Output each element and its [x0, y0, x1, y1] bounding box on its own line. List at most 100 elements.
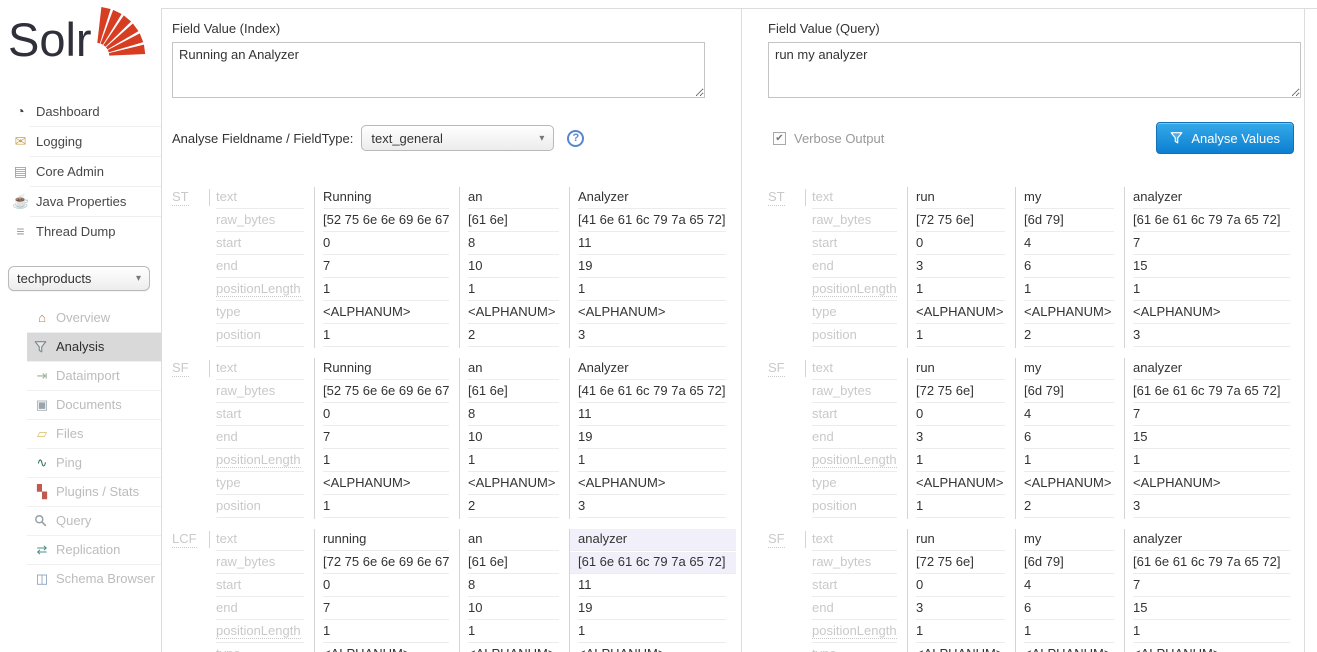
sidebar-item-logging[interactable]: ✉Logging [0, 126, 161, 156]
sidebar-item-core-admin[interactable]: ▤Core Admin [0, 156, 161, 186]
fieldtype-select[interactable]: text_general ▾ [361, 125, 554, 151]
sidebar-item-schema-browser[interactable]: ◫Schema Browser [0, 564, 161, 593]
cell-text: run [916, 187, 1005, 209]
attribute-labels-column: textraw_bytesstartendpositionLengthtypep… [812, 187, 907, 348]
attribute-labels-column: textraw_bytesstartendpositionLengthtypep… [216, 529, 314, 652]
token-column: run[72 75 6e]031<ALPHANUM>1 [907, 187, 1015, 348]
sidebar-item-label: Core Admin [36, 164, 104, 179]
cell-positionlength: 1 [916, 279, 1005, 301]
sidebar-item-dataimport[interactable]: ⇥ Dataimport [0, 361, 161, 390]
cell-text: Analyzer [578, 358, 726, 380]
documents-icon: ▣ [34, 397, 50, 413]
index-analysis-table: STtextraw_bytesstartendpositionLengthtyp… [172, 187, 705, 652]
query-field-value-input[interactable]: run my analyzer [768, 42, 1301, 98]
cell-type: <ALPHANUM> [1024, 302, 1114, 324]
sidebar-item-files[interactable]: ▱Files [0, 419, 161, 448]
solr-logo[interactable]: Solr [0, 0, 161, 88]
cell-positionlength: 1 [468, 279, 559, 301]
token-column: Running[52 75 6e 6e 69 6e 67]071<ALPHANU… [314, 187, 459, 348]
dataimport-icon: ⇥ [34, 368, 50, 384]
cell-type: <ALPHANUM> [323, 473, 449, 495]
token-column: analyzer[61 6e 61 6c 79 7a 65 72]11191<A… [569, 529, 736, 652]
sidebar-item-ping[interactable]: ∿ Ping [0, 448, 161, 477]
cell-raw-bytes: [61 6e 61 6c 79 7a 65 72] [1133, 381, 1290, 403]
cell-start: 0 [323, 233, 449, 255]
solr-logo-text: Solr [8, 12, 92, 67]
cell-positionlength: 1 [468, 450, 559, 472]
cell-start: 8 [468, 575, 559, 597]
attribute-labels-column: textraw_bytesstartendpositionLengthtypep… [812, 529, 907, 652]
sidebar-item-dashboard[interactable]: ◔Dashboard [0, 96, 161, 126]
sidebar-item-analysis[interactable]: Analysis [0, 332, 161, 361]
attr-label-type: type [216, 302, 304, 324]
cell-start: 0 [916, 233, 1005, 255]
dashboard-icon: ◔ [12, 103, 29, 119]
index-field-value-input[interactable]: Running an Analyzer [172, 42, 705, 98]
sidebar-item-label: Ping [56, 455, 82, 470]
index-controls: Analyse Fieldname / FieldType: text_gene… [172, 123, 705, 153]
verbose-output-checkbox[interactable]: ✔ [773, 132, 786, 145]
cell-raw-bytes: [41 6e 61 6c 79 7a 65 72] [578, 381, 726, 403]
help-icon[interactable]: ? [567, 130, 584, 147]
cell-positionlength: 1 [323, 621, 449, 643]
cell-type: <ALPHANUM> [916, 473, 1005, 495]
cell-end: 19 [578, 598, 726, 620]
cell-text: run [916, 529, 1005, 551]
thread-dump-icon: ≡ [12, 223, 29, 239]
cell-raw-bytes: [52 75 6e 6e 69 6e 67] [323, 381, 449, 403]
sidebar-item-label: Plugins / Stats [56, 484, 139, 499]
cell-raw-bytes: [72 75 6e] [916, 210, 1005, 232]
token-column: my[6d 79]461<ALPHANUM>2 [1015, 358, 1124, 519]
cell-positionlength: 1 [916, 621, 1005, 643]
cell-raw-bytes: [6d 79] [1024, 552, 1114, 574]
sidebar-item-label: Analysis [56, 339, 104, 354]
cell-position: 2 [468, 496, 559, 518]
cell-type: <ALPHANUM> [1024, 473, 1114, 495]
sidebar-item-label: Replication [56, 542, 120, 557]
attr-label-text: text [216, 187, 304, 209]
cell-end: 15 [1133, 427, 1290, 449]
cell-raw-bytes: [61 6e 61 6c 79 7a 65 72] [1133, 210, 1290, 232]
sidebar-item-thread-dump[interactable]: ≡Thread Dump [0, 216, 161, 246]
cell-end: 15 [1133, 598, 1290, 620]
sidebar-item-plugins-stats[interactable]: ▚Plugins / Stats [0, 477, 161, 506]
cell-positionlength: 1 [1133, 450, 1290, 472]
sidebar-item-replication[interactable]: ⇄Replication [0, 535, 161, 564]
cell-end: 6 [1024, 598, 1114, 620]
cell-start: 7 [1133, 575, 1290, 597]
cell-type: <ALPHANUM> [468, 473, 559, 495]
attr-label-position: position [216, 325, 304, 347]
sidebar-item-java-properties[interactable]: ☕Java Properties [0, 186, 161, 216]
cell-text: Analyzer [578, 187, 726, 209]
token-column: an[61 6e]8101<ALPHANUM>2 [459, 187, 569, 348]
cell-type: <ALPHANUM> [578, 473, 726, 495]
sidebar-item-documents[interactable]: ▣Documents [0, 390, 161, 419]
cell-position: 3 [1133, 496, 1290, 518]
attr-label-start: start [216, 404, 304, 426]
cell-position: 1 [916, 325, 1005, 347]
sidebar-item-query[interactable]: Query [0, 506, 161, 535]
sidebar-item-overview[interactable]: ⌂ Overview [0, 303, 161, 332]
core-selector-dropdown[interactable]: techproducts ▾ [8, 266, 150, 291]
attr-label-position: position [812, 325, 897, 347]
cell-end: 10 [468, 427, 559, 449]
ping-icon: ∿ [34, 455, 50, 471]
cell-position: 2 [1024, 325, 1114, 347]
token-column: an[61 6e]8101<ALPHANUM>2 [459, 529, 569, 652]
cell-type: <ALPHANUM> [468, 302, 559, 324]
analyse-values-button[interactable]: Analyse Values [1156, 122, 1294, 154]
attr-label-end: end [216, 256, 304, 278]
attr-label-type: type [812, 302, 897, 324]
token-column: running[72 75 6e 6e 69 6e 67]071<ALPHANU… [314, 529, 459, 652]
attr-label-start: start [216, 575, 304, 597]
sidebar-item-label: Overview [56, 310, 110, 325]
analysis-page: Field Value (Index) Running an Analyzer … [161, 8, 1317, 652]
overview-icon: ⌂ [34, 310, 50, 325]
attribute-labels-column: textraw_bytesstartendpositionLengthtypep… [216, 187, 314, 348]
cell-text: Running [323, 358, 449, 380]
attr-label-start: start [812, 233, 897, 255]
cell-position: 1 [323, 325, 449, 347]
attr-label-positionlength: positionLength [216, 279, 304, 301]
sidebar-item-label: Dataimport [56, 368, 120, 383]
fieldtype-selected-value: text_general [371, 131, 443, 146]
